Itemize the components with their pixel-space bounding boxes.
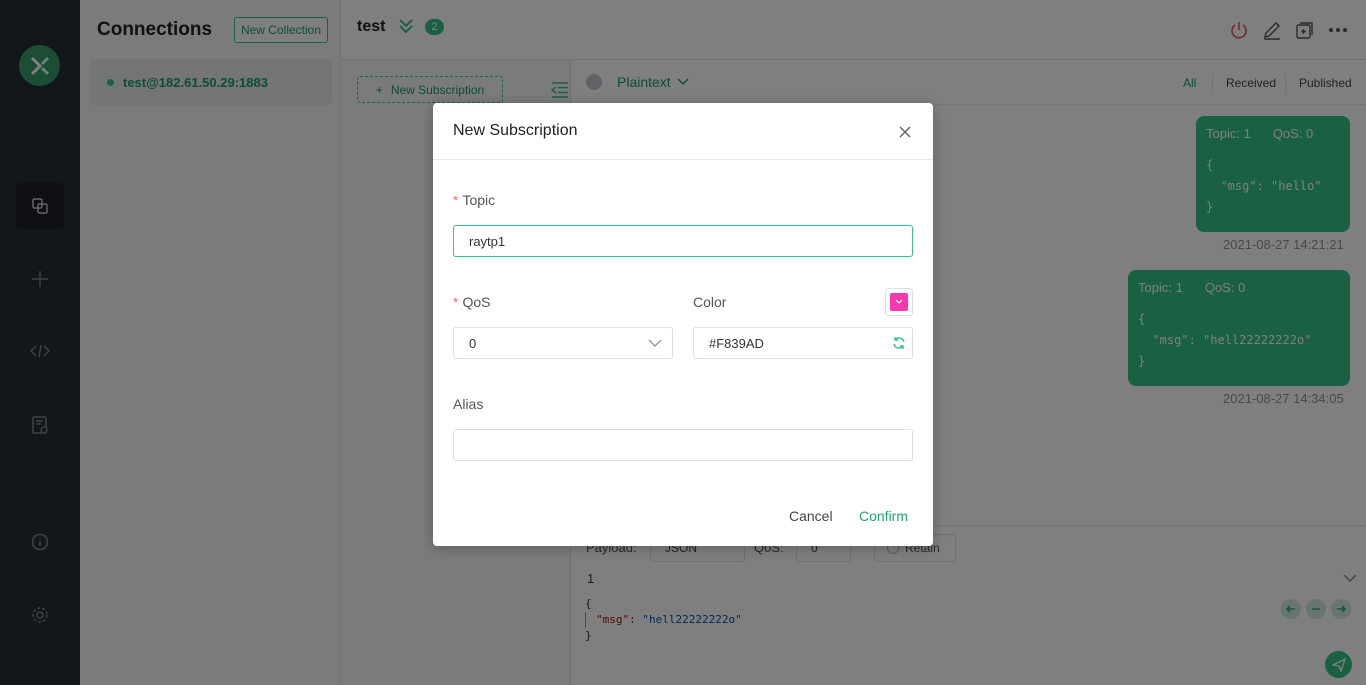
color-picker[interactable] [885, 288, 913, 316]
qos-label: * QoS [453, 294, 491, 310]
topic-input[interactable]: raytp1 [453, 225, 913, 257]
alias-input[interactable] [453, 429, 913, 461]
confirm-button[interactable]: Confirm [859, 508, 908, 524]
color-value: #F839AD [709, 335, 764, 351]
qos-select[interactable]: 0 [453, 327, 673, 359]
topic-label: * Topic [453, 192, 496, 208]
dialog-divider [433, 159, 933, 160]
cancel-button[interactable]: Cancel [789, 508, 833, 524]
color-swatch [890, 293, 908, 311]
topic-value: raytp1 [469, 233, 506, 249]
new-subscription-dialog: New Subscription * Topic raytp1 * QoS 0 Co… [433, 103, 933, 546]
dialog-title: New Subscription [453, 122, 578, 139]
chevron-down-icon [895, 299, 903, 304]
chevron-down-icon [648, 339, 662, 347]
color-input[interactable]: #F839AD [693, 327, 913, 359]
color-label: Color [693, 294, 727, 310]
close-icon[interactable] [895, 122, 915, 142]
qos-value: 0 [469, 335, 477, 351]
alias-label: Alias [453, 396, 484, 412]
refresh-icon[interactable] [892, 336, 906, 350]
